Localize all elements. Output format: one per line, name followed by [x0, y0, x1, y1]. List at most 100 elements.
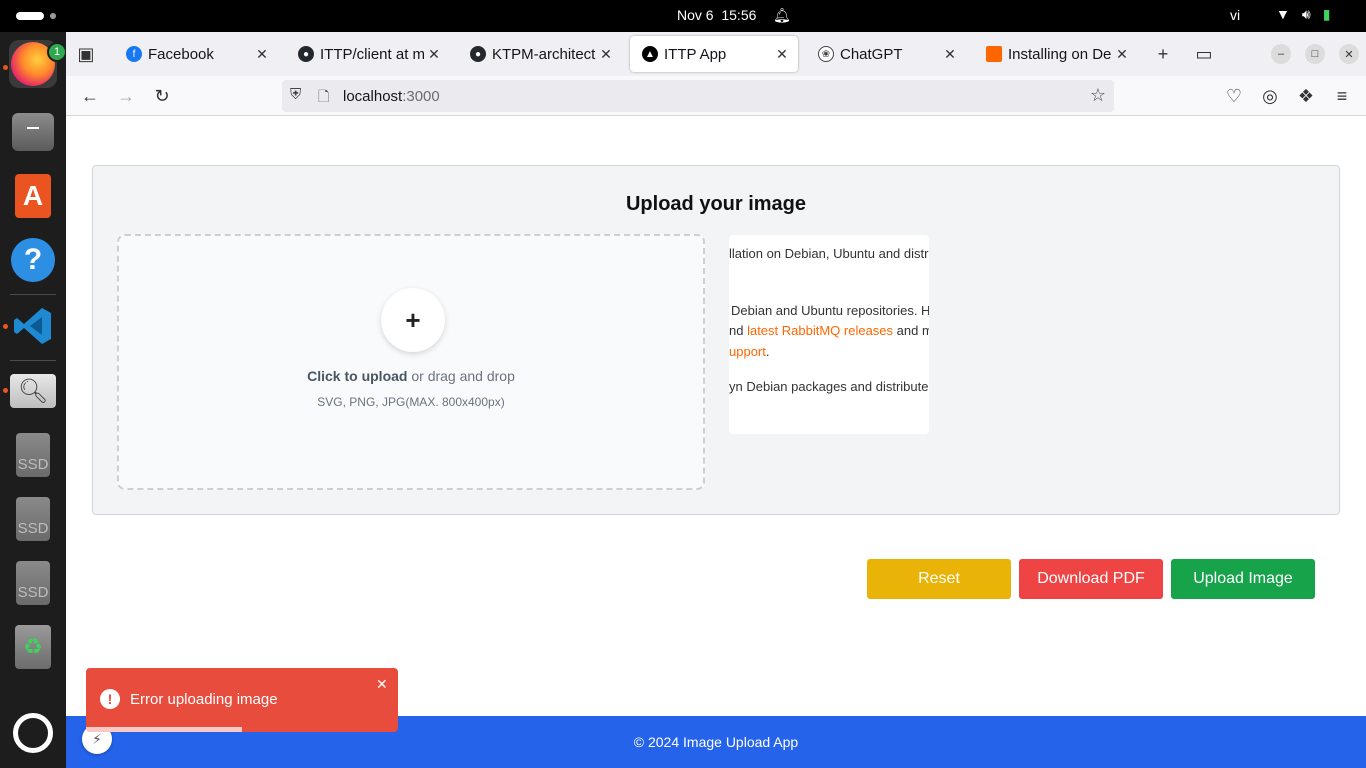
rabbitmq-icon	[986, 46, 1002, 62]
account-icon[interactable]: ◎	[1258, 84, 1282, 108]
tab-ktpm-architecture[interactable]: ● KTPM-architectur ✕	[458, 36, 622, 72]
dock-drive-1[interactable]: SSD	[9, 431, 57, 479]
page-info-icon[interactable]: 🗋︎	[318, 86, 329, 110]
drive-icon: SSD	[16, 497, 50, 541]
clock-time: 15:56	[721, 7, 757, 23]
preview-text: and ma	[896, 323, 929, 338]
preview-line: nd latest RabbitMQ releases and ma	[729, 323, 929, 338]
workspace-pill	[16, 12, 44, 20]
preview-text: nd	[729, 323, 748, 338]
reset-button[interactable]: Reset	[867, 559, 1011, 599]
clock[interactable]: Nov 6 15:56	[677, 7, 756, 23]
minimize-icon[interactable]: –	[1271, 44, 1291, 64]
dock-trash[interactable]: ♻	[9, 623, 57, 671]
dock-show-apps[interactable]	[9, 709, 57, 757]
preview-link: latest RabbitMQ releases	[747, 323, 894, 338]
vscode-icon	[14, 308, 51, 344]
upload-card: Upload your image + Click to upload or d…	[92, 165, 1340, 515]
drag-drop-label: or drag and drop	[407, 368, 515, 384]
tab-label: KTPM-architectur	[492, 45, 596, 63]
error-icon: !	[100, 689, 120, 709]
download-pdf-button[interactable]: Download PDF	[1019, 559, 1163, 599]
tab-label: Installing on Debi	[1008, 45, 1112, 63]
dock-files[interactable]	[9, 108, 57, 156]
tab-label: ITTP App	[664, 45, 727, 63]
tab-facebook[interactable]: f Facebook ✕	[114, 36, 278, 72]
toast-progress-bar	[86, 727, 242, 732]
page-content: Upload your image + Click to upload or d…	[66, 117, 1366, 768]
running-indicator	[3, 388, 8, 393]
upload-dropzone[interactable]: + Click to upload or drag and drop SVG, …	[117, 234, 705, 490]
dock-image-viewer[interactable]: 🔍︎	[9, 367, 57, 415]
close-icon[interactable]: ✕	[424, 46, 444, 63]
dock-vscode[interactable]	[9, 302, 57, 350]
dock-help[interactable]: ?	[9, 236, 57, 284]
notification-bell-icon[interactable]: 🔔︎	[773, 7, 791, 24]
upload-image-button[interactable]: Upload Image	[1171, 559, 1315, 599]
close-icon[interactable]: ✕	[596, 46, 616, 63]
image-preview: llation on Debian, Ubuntu and distri Deb…	[729, 235, 929, 434]
dock-separator	[10, 360, 56, 361]
reload-icon[interactable]: ↻	[150, 84, 174, 108]
tab-list-icon[interactable]: ▭	[1192, 42, 1216, 66]
preview-line: yn Debian packages and distributes	[729, 379, 929, 394]
close-icon[interactable]: ✕	[772, 46, 792, 63]
running-indicator	[3, 65, 8, 70]
error-toast: ! Error uploading image ✕	[86, 668, 398, 732]
github-icon: ●	[298, 46, 314, 62]
address-bar[interactable]: ⛨ 🗋︎ localhost:3000 ☆	[282, 80, 1114, 112]
browser-nav-bar: ← → ↻ ⛨ 🗋︎ localhost:3000 ☆ ♡ ◎ ❖ ≡	[66, 76, 1366, 116]
clock-date: Nov 6	[677, 7, 714, 23]
tab-installing-debian[interactable]: Installing on Debi ✕	[974, 36, 1138, 72]
preview-line: Debian and Ubuntu repositories. Ho	[731, 303, 929, 318]
tab-label: ITTP/client at mai	[320, 45, 424, 63]
help-icon: ?	[11, 238, 55, 282]
close-icon[interactable]: ✕	[940, 46, 960, 63]
bookmark-star-icon[interactable]: ☆	[1090, 85, 1106, 106]
preview-link: upport	[729, 344, 766, 359]
close-icon[interactable]: ✕	[252, 46, 272, 63]
dock-drive-2[interactable]: SSD	[9, 495, 57, 543]
back-arrow-icon[interactable]: ←	[78, 84, 102, 108]
forward-arrow-icon[interactable]: →	[114, 84, 138, 108]
tab-chatgpt[interactable]: ❀ ChatGPT ✕	[806, 36, 966, 72]
url-host: localhost	[343, 88, 403, 105]
tracking-shield-icon[interactable]: ⛨	[290, 86, 301, 103]
plus-icon[interactable]: +	[381, 288, 445, 352]
dock-firefox[interactable]: 1	[9, 40, 67, 88]
tab-ittp-app[interactable]: ▲ ITTP App ✕	[630, 36, 798, 72]
dock-app-center[interactable]: A	[9, 172, 57, 220]
trash-icon: ♻	[15, 625, 51, 669]
page-title: Upload your image	[625, 193, 807, 215]
menu-icon[interactable]: ≡	[1330, 84, 1354, 108]
restore-icon[interactable]: □	[1305, 44, 1325, 64]
dock-drive-3[interactable]: SSD	[9, 559, 57, 607]
toast-message: Error uploading image	[130, 691, 278, 708]
facebook-icon: f	[126, 46, 142, 62]
pocket-icon[interactable]: ♡	[1222, 84, 1246, 108]
tab-ittp-client[interactable]: ● ITTP/client at mai ✕	[286, 36, 450, 72]
close-icon[interactable]: ✕	[1112, 46, 1132, 63]
file-type-hint: SVG, PNG, JPG(MAX. 800x400px)	[317, 395, 505, 409]
keyboard-language[interactable]: vi	[1230, 7, 1240, 23]
battery-icon: ▮	[1322, 6, 1331, 22]
nextjs-icon: ▲	[642, 46, 658, 62]
new-tab-plus-icon[interactable]: +	[1151, 42, 1175, 66]
dock-separator	[10, 294, 56, 295]
extensions-icon[interactable]: ❖	[1294, 84, 1318, 108]
running-indicator	[3, 324, 8, 329]
dock: 1 A ? 🔍︎ SSD SSD SSD ♻	[0, 32, 67, 768]
system-tray[interactable]: ▼ 🔊︎ ▮	[1276, 6, 1330, 23]
url-text[interactable]: localhost:3000	[343, 88, 440, 105]
preview-text: .	[765, 344, 770, 359]
window-close-icon[interactable]: ✕	[1339, 44, 1359, 64]
close-icon[interactable]: ✕	[376, 676, 388, 693]
app-center-icon: A	[15, 174, 51, 218]
activities-indicator[interactable]	[16, 12, 56, 20]
ubuntu-logo-icon	[13, 713, 53, 753]
firefox-view-icon[interactable]: ▣	[74, 42, 98, 66]
chatgpt-icon: ❀	[818, 46, 834, 62]
magnifier-icon: 🔍︎	[10, 374, 56, 408]
footer-text: © 2024 Image Upload App	[633, 734, 799, 750]
preview-line: upport.	[729, 344, 770, 359]
